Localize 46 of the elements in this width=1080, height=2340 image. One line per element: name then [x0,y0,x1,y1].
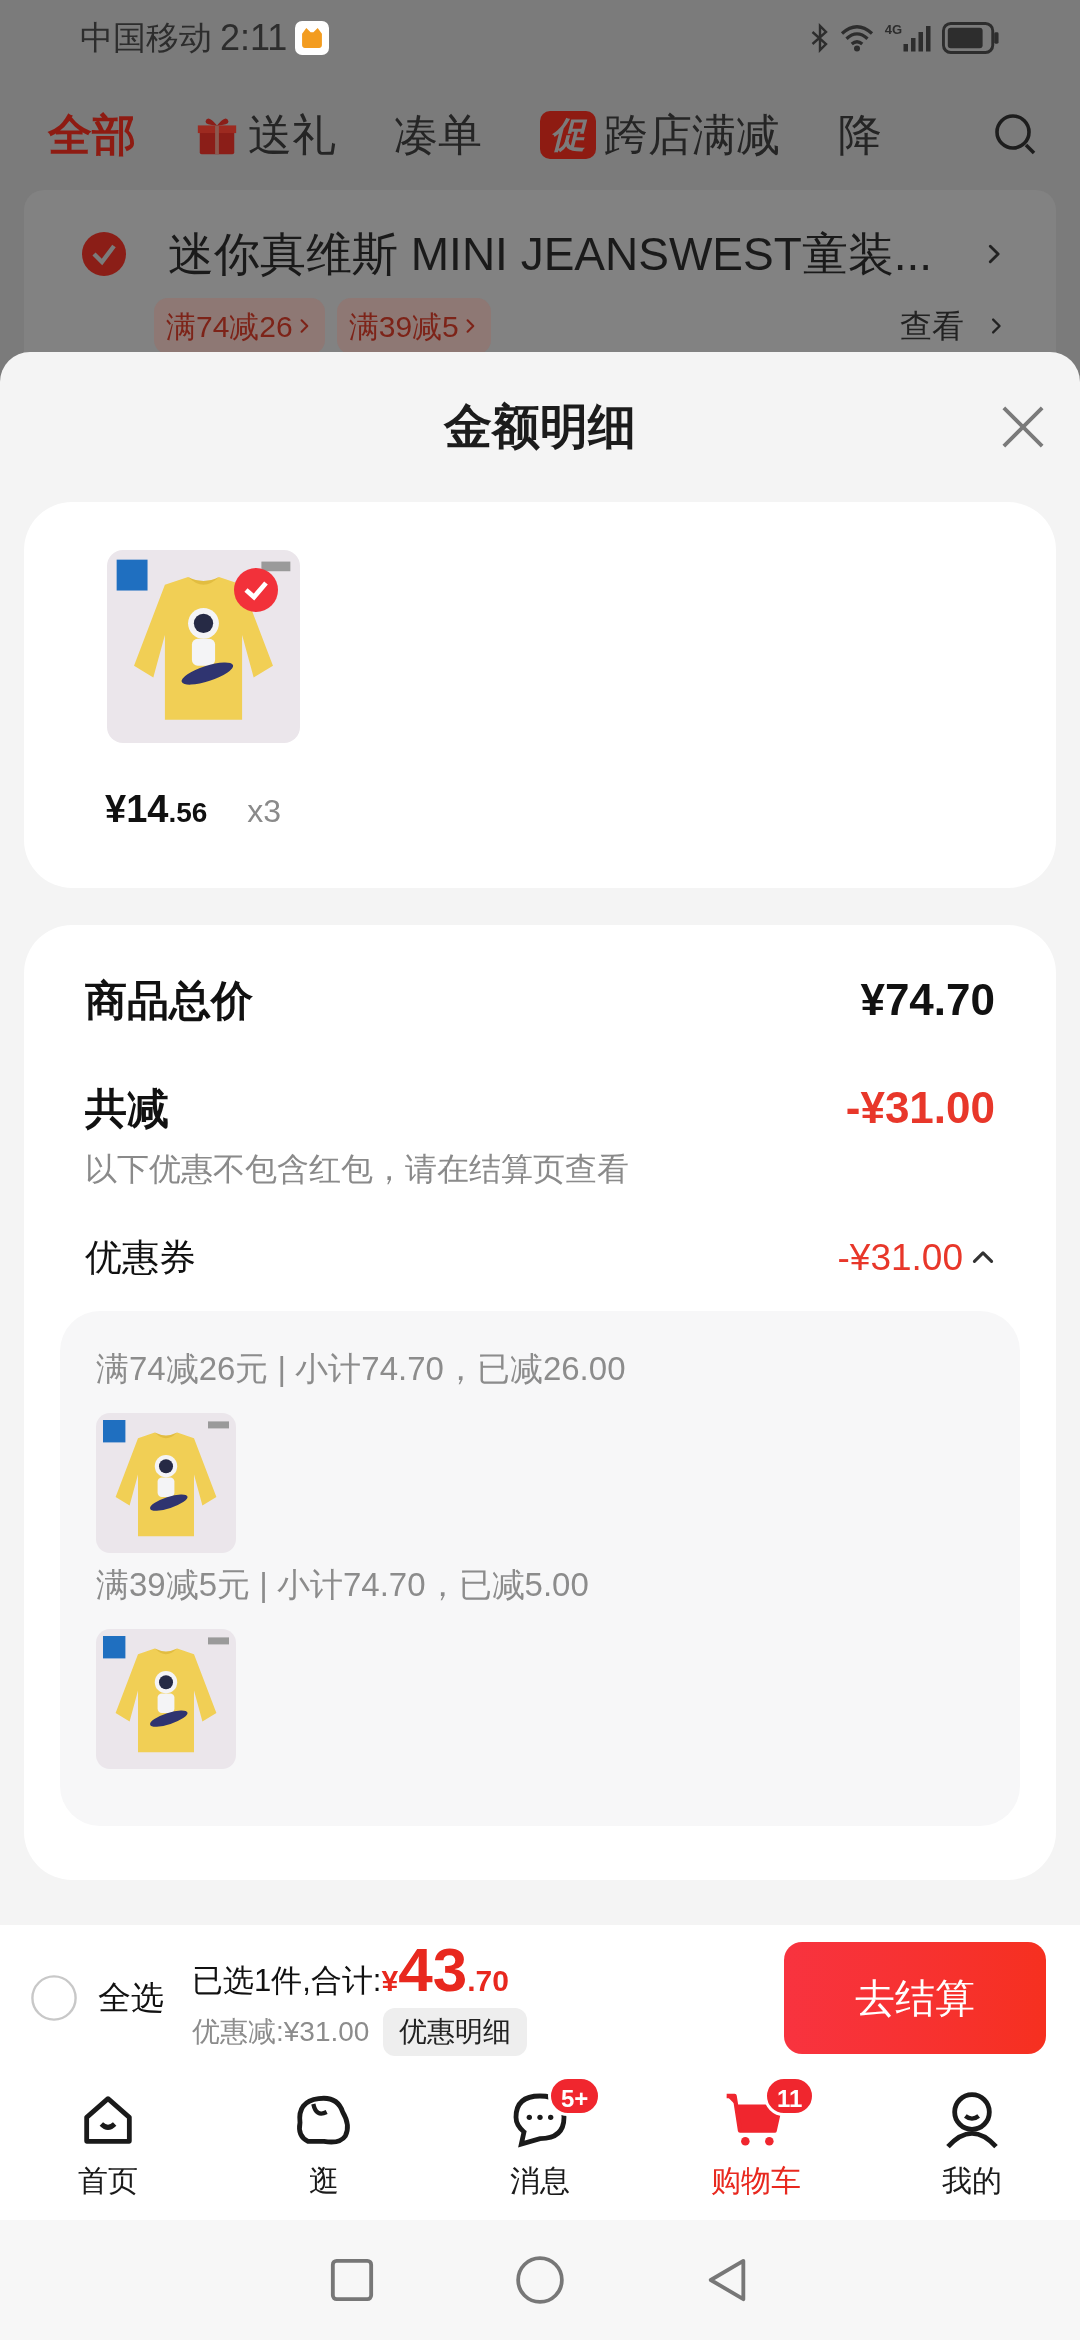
quantity-text: x3 [247,792,282,831]
status-time: 2:11 [220,15,288,60]
total-price: ¥74.70 [860,974,995,1026]
coupon-amount: -¥31.00 [837,1236,963,1281]
category-tab[interactable]: 降 [838,102,882,168]
product-price: ¥14.56 [105,787,208,832]
battery-icon [942,21,1000,54]
category-tab[interactable]: 跨店满减 [604,102,780,168]
category-tab[interactable]: 送礼 [248,102,336,168]
network-text: 4G [884,22,902,36]
category-tab[interactable]: 凑单 [394,102,482,168]
nav-tab[interactable]: 5+ 消息 [432,2070,648,2220]
selected-count-text: 已选1件,合计: [192,1961,382,2000]
category-tab[interactable]: 全部 [48,102,136,168]
check-icon[interactable] [80,230,128,278]
nav-tab[interactable]: 逛 [216,2070,432,2220]
coupon-rule-text: 满39减5元 | 小计74.70，已减5.00 [96,1565,590,1605]
view-link[interactable]: 查看 [900,302,964,350]
discount-tag[interactable]: 满39减5 [336,298,491,354]
nav-tab[interactable]: 11 购物车 [648,2070,864,2220]
bluetooth-icon [810,22,829,53]
close-icon[interactable] [1000,404,1046,450]
coupon-rule-text: 满74减26元 | 小计74.70，已减26.00 [96,1349,627,1389]
app-notification-icon [295,20,330,55]
total-label: 商品总价 [85,975,253,1026]
coupon-label: 优惠券 [85,1236,196,1281]
nav-tab[interactable]: 首页 [0,2070,216,2220]
discount-summary: 优惠减:¥31.00 [192,2015,370,2050]
nav-tab[interactable]: 我的 [864,2070,1080,2220]
recent-apps-icon[interactable] [329,2257,375,2303]
home-button-icon[interactable] [515,2255,565,2305]
sheet-title: 金额明细 [444,399,636,455]
discount-note: 以下优惠不包含红包，请在结算页查看 [85,1151,629,1187]
carrier-text: 中国移动 [80,17,212,58]
discount-label: 共减 [85,1083,169,1134]
select-all-label[interactable]: 全选 [98,1972,164,2023]
wifi-icon [838,22,875,53]
discount-detail-button[interactable]: 优惠明细 [383,2008,528,2057]
store-name[interactable]: 迷你真维斯 MINI JEANSWEST童装... [168,219,933,289]
discount-amount: -¥31.00 [845,1082,995,1134]
checkout-total: ¥43.70 [381,1938,509,2003]
checkout-button[interactable]: 去结算 [784,1941,1046,2054]
unchecked-circle-icon[interactable] [30,1973,78,2022]
promo-badge: 促 [540,111,596,159]
discount-tag[interactable]: 满74减26 [154,298,325,354]
check-icon[interactable] [232,566,280,614]
